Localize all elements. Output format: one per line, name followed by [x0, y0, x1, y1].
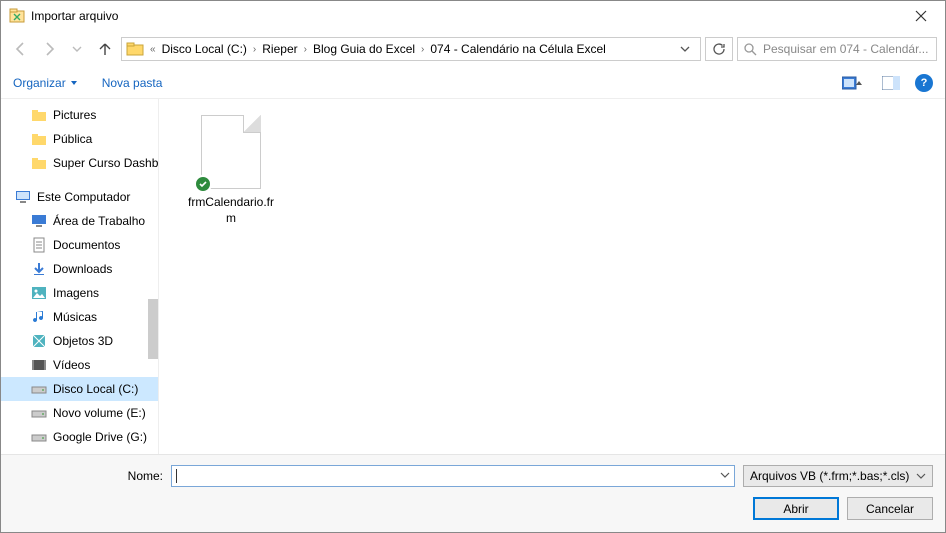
titlebar: Importar arquivo [1, 1, 945, 31]
footer: Nome: Arquivos VB (*.frm;*.bas;*.cls) Ab… [1, 454, 945, 532]
folder-icon [126, 40, 144, 58]
file-name: frmCalendario.frm [183, 195, 279, 226]
crumb-0[interactable]: Disco Local (C:) [160, 42, 249, 56]
nav-row: « Disco Local (C:)› Rieper› Blog Guia do… [1, 31, 945, 67]
search-placeholder: Pesquisar em 074 - Calendár... [763, 42, 928, 56]
filetype-select[interactable]: Arquivos VB (*.frm;*.bas;*.cls) [743, 465, 933, 487]
breadcrumb[interactable]: « Disco Local (C:)› Rieper› Blog Guia do… [121, 37, 701, 61]
search-input[interactable]: Pesquisar em 074 - Calendár... [737, 37, 937, 61]
folder-icon [31, 155, 47, 171]
recent-dropdown[interactable] [65, 37, 89, 61]
folder-icon [31, 131, 47, 147]
close-button[interactable] [898, 1, 943, 31]
sidebar-item-downloads[interactable]: Downloads [1, 257, 158, 281]
window-title: Importar arquivo [31, 9, 898, 23]
sidebar-item-novo-volume-e-[interactable]: Novo volume (E:) [1, 401, 158, 425]
sync-badge-icon [194, 175, 212, 193]
cancel-button[interactable]: Cancelar [847, 497, 933, 520]
organize-button[interactable]: Organizar [13, 76, 78, 90]
chevron-right-icon: › [300, 44, 311, 55]
sidebar-item-google-drive-g-[interactable]: Google Drive (G:) [1, 425, 158, 449]
chevron-right-icon: › [417, 44, 428, 55]
doc-icon [31, 237, 47, 253]
sidebar-item-super-curso[interactable]: Super Curso Dashboards [1, 151, 158, 175]
sidebar-item-objetos-3d[interactable]: Objetos 3D [1, 329, 158, 353]
chevron-right-icon: › [249, 44, 260, 55]
music-icon [31, 309, 47, 325]
back-button[interactable] [9, 37, 33, 61]
sidebar: Pictures Pública Super Curso Dashboards … [1, 99, 159, 454]
chevron-down-icon [916, 471, 926, 481]
sidebar-item--rea-de-trabalho[interactable]: Área de Trabalho [1, 209, 158, 233]
file-thumbnail [196, 113, 266, 191]
sidebar-item-disco-local-c-[interactable]: Disco Local (C:) [1, 377, 158, 401]
sidebar-item-v-deos[interactable]: Vídeos [1, 353, 158, 377]
computer-icon [15, 189, 31, 205]
help-button[interactable]: ? [915, 74, 933, 92]
sidebar-item-computer[interactable]: Este Computador [1, 185, 158, 209]
toolbar: Organizar Nova pasta ? [1, 67, 945, 99]
preview-pane-button[interactable] [877, 72, 905, 94]
img-icon [31, 285, 47, 301]
new-folder-button[interactable]: Nova pasta [102, 76, 163, 90]
drive-icon [31, 429, 47, 445]
sidebar-item-documentos[interactable]: Documentos [1, 233, 158, 257]
forward-button[interactable] [37, 37, 61, 61]
crumb-3[interactable]: 074 - Calendário na Célula Excel [428, 42, 607, 56]
view-mode-button[interactable] [839, 72, 867, 94]
drive-icon [31, 405, 47, 421]
sidebar-item-pictures[interactable]: Pictures [1, 103, 158, 127]
video-icon [31, 357, 47, 373]
breadcrumb-dropdown[interactable] [674, 44, 696, 54]
file-item[interactable]: frmCalendario.frm [183, 113, 279, 226]
up-button[interactable] [93, 37, 117, 61]
filename-input[interactable] [171, 465, 735, 487]
breadcrumb-prefix: « [146, 44, 160, 55]
drive-icon [31, 381, 47, 397]
sidebar-item-publica[interactable]: Pública [1, 127, 158, 151]
file-list[interactable]: frmCalendario.frm [159, 99, 945, 454]
app-icon [9, 8, 25, 24]
folder-icon [31, 107, 47, 123]
filename-label: Nome: [13, 469, 163, 483]
chevron-down-icon [70, 79, 78, 87]
sidebar-item-imagens[interactable]: Imagens [1, 281, 158, 305]
down-icon [31, 261, 47, 277]
refresh-button[interactable] [705, 37, 733, 61]
body: Pictures Pública Super Curso Dashboards … [1, 99, 945, 454]
open-button[interactable]: Abrir [753, 497, 839, 520]
desktop-icon [31, 213, 47, 229]
obj-icon [31, 333, 47, 349]
scrollbar-thumb[interactable] [148, 299, 158, 359]
crumb-2[interactable]: Blog Guia do Excel [311, 42, 417, 56]
search-icon [744, 43, 757, 56]
sidebar-item-m-sicas[interactable]: Músicas [1, 305, 158, 329]
chevron-down-icon[interactable] [720, 470, 730, 480]
crumb-1[interactable]: Rieper [260, 42, 299, 56]
